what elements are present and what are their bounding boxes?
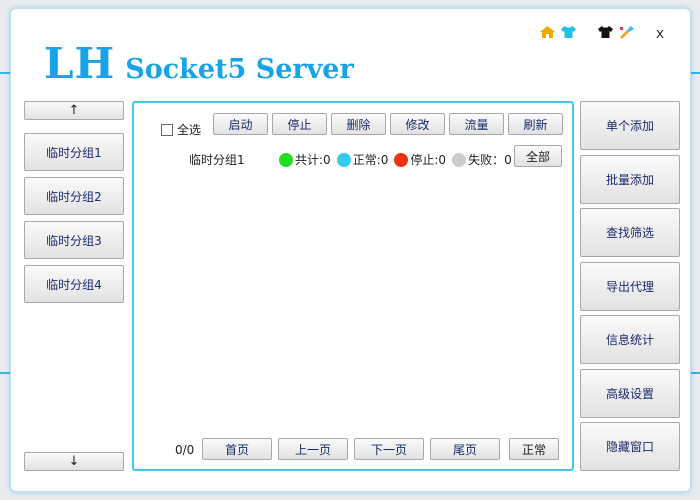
- search-filter-button[interactable]: 查找筛选: [580, 208, 680, 257]
- group-button-4[interactable]: 临时分组4: [24, 265, 124, 303]
- show-all-button[interactable]: 全部: [514, 145, 562, 167]
- stat-total-label: 共计:0: [295, 153, 331, 167]
- normal-dot-icon: [336, 152, 351, 167]
- export-proxy-button[interactable]: 导出代理: [580, 262, 680, 311]
- traffic-button[interactable]: 流量: [449, 113, 504, 135]
- close-button[interactable]: x: [651, 25, 669, 43]
- shirt-black-icon[interactable]: [597, 25, 614, 39]
- view-mode-button[interactable]: 正常: [509, 438, 559, 460]
- failed-dot-icon: [452, 152, 467, 167]
- stat-failed: 失败：0: [452, 151, 512, 168]
- select-all-checkbox[interactable]: [161, 123, 173, 136]
- proxy-list-panel: 全选 启动 停止 删除 修改 流量 刷新 临时分组1 共计:0 正常:0 停止:…: [132, 101, 574, 471]
- next-page-button[interactable]: 下一页: [354, 438, 424, 460]
- prev-page-button[interactable]: 上一页: [278, 438, 348, 460]
- first-page-button[interactable]: 首页: [202, 438, 272, 460]
- scroll-down-button[interactable]: ↓: [24, 452, 124, 471]
- refresh-button[interactable]: 刷新: [508, 113, 563, 135]
- stat-stopped: 停止:0: [394, 151, 446, 168]
- title-icons: [539, 25, 635, 39]
- add-batch-button[interactable]: 批量添加: [580, 155, 680, 204]
- stat-failed-label: 失败：0: [468, 153, 512, 167]
- logo-main: LH: [44, 39, 116, 88]
- add-single-button[interactable]: 单个添加: [580, 101, 680, 150]
- page-count: 0/0: [175, 443, 195, 457]
- group-button-1[interactable]: 临时分组1: [24, 133, 124, 171]
- scroll-up-button[interactable]: ↑: [24, 101, 124, 120]
- advanced-settings-button[interactable]: 高级设置: [580, 369, 680, 418]
- edit-button[interactable]: 修改: [390, 113, 445, 135]
- group-button-3[interactable]: 临时分组3: [24, 221, 124, 259]
- group-button-2[interactable]: 临时分组2: [24, 177, 124, 215]
- stat-stopped-label: 停止:0: [410, 153, 447, 167]
- group-summary: 临时分组1 共计:0 正常:0 停止:0 失败：0: [189, 151, 518, 168]
- current-group-name: 临时分组1: [189, 153, 245, 167]
- app-logo: LH Socket5 Server: [44, 39, 354, 88]
- stat-total: 共计:0: [279, 151, 331, 168]
- info-stats-button[interactable]: 信息统计: [580, 315, 680, 364]
- start-button[interactable]: 启动: [213, 113, 268, 135]
- shirt-cyan-icon[interactable]: [560, 25, 577, 39]
- select-all-label: 全选: [177, 123, 202, 137]
- home-icon[interactable]: [539, 25, 556, 39]
- total-dot-icon: [279, 152, 293, 167]
- select-all[interactable]: 全选: [161, 121, 201, 138]
- logo-sub: Socket5 Server: [125, 54, 354, 85]
- stat-normal: 正常:0: [336, 151, 389, 168]
- hide-window-button[interactable]: 隐藏窗口: [580, 422, 680, 471]
- last-page-button[interactable]: 尾页: [430, 438, 500, 460]
- stop-button[interactable]: 停止: [272, 113, 327, 135]
- main-window: LH Socket5 Server x ↑ 临时分组1 临时分组2 临时分组3 临…: [10, 8, 691, 492]
- delete-button[interactable]: 删除: [331, 113, 386, 135]
- stat-normal-label: 正常:0: [352, 153, 389, 167]
- stopped-dot-icon: [394, 152, 409, 167]
- paint-brush-icon[interactable]: [618, 25, 635, 39]
